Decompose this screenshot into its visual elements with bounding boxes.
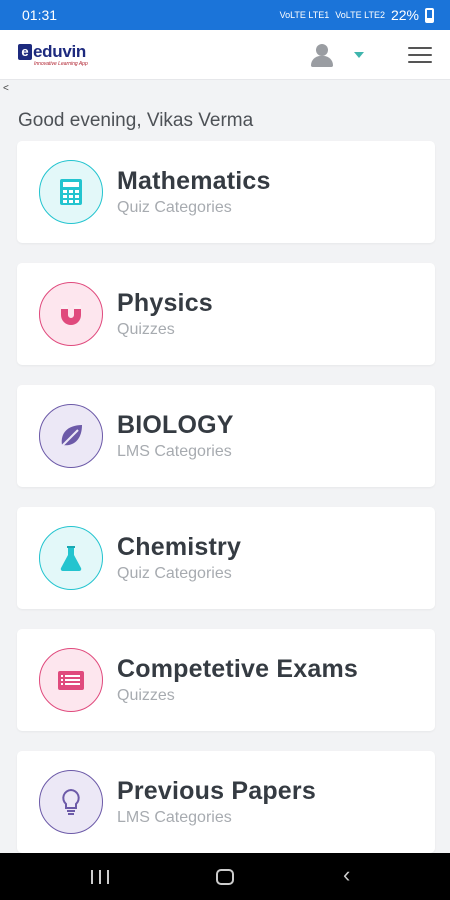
- logo-mark: e: [18, 44, 32, 60]
- app-logo[interactable]: e eduvin Innovative Learning App: [18, 42, 88, 67]
- category-card-competetive-exams[interactable]: Competetive Exams Quizzes: [17, 629, 435, 731]
- category-card-mathematics[interactable]: Mathematics Quiz Categories: [17, 141, 435, 243]
- battery-icon: [425, 7, 434, 23]
- category-subtitle: Quizzes: [117, 321, 175, 338]
- category-subtitle: LMS Categories: [117, 443, 232, 460]
- back-chevron-icon[interactable]: <: [3, 83, 9, 94]
- back-icon[interactable]: ‹: [343, 864, 350, 886]
- magnet-icon: [39, 282, 103, 346]
- category-subtitle: Quiz Categories: [117, 565, 232, 582]
- category-title: Mathematics: [117, 167, 271, 195]
- category-title: Competetive Exams: [117, 655, 358, 683]
- category-title: Previous Papers: [117, 777, 316, 805]
- calculator-icon: [39, 160, 103, 224]
- category-card-previous-papers[interactable]: Previous Papers LMS Categories: [17, 751, 435, 853]
- status-bar: 01:31 VoLTE LTE1 VoLTE LTE2 22%: [0, 0, 450, 30]
- category-list: Mathematics Quiz Categories Physics Quiz…: [17, 141, 435, 873]
- app-header: e eduvin Innovative Learning App: [0, 30, 450, 80]
- avatar-icon[interactable]: [308, 41, 336, 69]
- status-icons: VoLTE LTE1 VoLTE LTE2 22%: [280, 7, 434, 23]
- leaf-icon: [39, 404, 103, 468]
- category-subtitle: LMS Categories: [117, 809, 232, 826]
- signal-2-icon: VoLTE LTE2: [335, 9, 385, 20]
- category-subtitle: Quizzes: [117, 687, 175, 704]
- system-nav-bar: ‹: [0, 853, 450, 900]
- battery-percent: 22%: [390, 7, 419, 23]
- category-title: Physics: [117, 289, 213, 317]
- category-card-physics[interactable]: Physics Quizzes: [17, 263, 435, 365]
- category-card-biology[interactable]: BIOLOGY LMS Categories: [17, 385, 435, 487]
- logo-tagline: Innovative Learning App: [34, 61, 88, 67]
- home-icon[interactable]: [216, 869, 234, 885]
- flask-icon: [39, 526, 103, 590]
- greeting-text: Good evening, Vikas Verma: [18, 110, 254, 131]
- hamburger-menu-icon[interactable]: [408, 46, 432, 63]
- category-subtitle: Quiz Categories: [117, 199, 232, 216]
- signal-1-icon: VoLTE LTE1: [279, 9, 330, 20]
- recent-apps-icon[interactable]: [91, 870, 109, 884]
- logo-text: eduvin: [33, 42, 86, 61]
- status-time: 01:31: [22, 7, 58, 23]
- category-title: Chemistry: [117, 533, 242, 561]
- chevron-down-icon[interactable]: [354, 51, 364, 58]
- category-card-chemistry[interactable]: Chemistry Quiz Categories: [17, 507, 435, 609]
- list-icon: [39, 648, 103, 712]
- category-title: BIOLOGY: [117, 411, 234, 439]
- bulb-icon: [39, 770, 103, 834]
